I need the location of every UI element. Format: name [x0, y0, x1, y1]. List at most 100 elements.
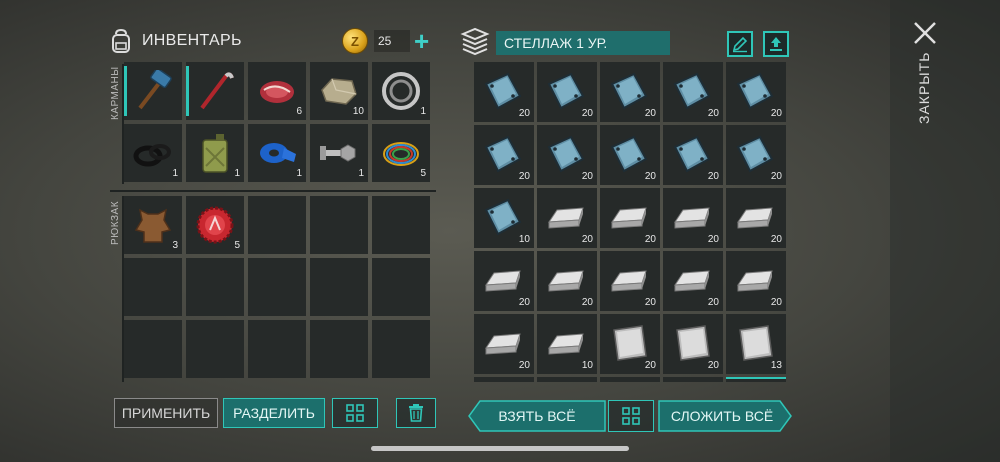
- empty-slot[interactable]: [372, 320, 430, 378]
- item-slot[interactable]: 1: [310, 124, 368, 182]
- add-coins-button[interactable]: +: [414, 28, 429, 54]
- shelf-scroll-area[interactable]: 20 20 20 20 20 20 20 20 20 20 10 20 20 20 20 20 20 20 20 20…: [474, 60, 788, 382]
- item-slot[interactable]: 20: [474, 251, 534, 311]
- item-slot[interactable]: 10: [474, 188, 534, 248]
- item-slot[interactable]: 20: [537, 251, 597, 311]
- item-count: 20: [770, 171, 782, 182]
- delete-button[interactable]: [396, 398, 436, 428]
- backpack-icon: [112, 28, 130, 53]
- item-slot[interactable]: [663, 377, 723, 382]
- apply-button[interactable]: ПРИМЕНИТЬ: [114, 398, 218, 428]
- steel-sheet-icon: [734, 322, 776, 364]
- item-slot[interactable]: 20: [474, 125, 534, 185]
- item-slot[interactable]: [600, 377, 660, 382]
- item-slot[interactable]: 20: [663, 62, 723, 122]
- item-slot[interactable]: 1: [248, 124, 306, 182]
- item-count: 20: [770, 297, 782, 308]
- silver-ingot-icon: [482, 259, 524, 301]
- item-count: 5: [234, 240, 240, 251]
- item-count: 1: [296, 168, 302, 179]
- glass-plate-icon: [482, 70, 524, 112]
- empty-slot[interactable]: [310, 258, 368, 316]
- item-count: 10: [518, 234, 530, 245]
- item-count: 20: [644, 297, 656, 308]
- empty-slot[interactable]: [372, 258, 430, 316]
- take-all-button[interactable]: ВЗЯТЬ ВСЁ: [468, 400, 606, 432]
- item-slot[interactable]: 1: [186, 124, 244, 182]
- item-slot[interactable]: 20: [663, 188, 723, 248]
- item-slot[interactable]: [474, 377, 534, 382]
- item-slot[interactable]: [124, 62, 182, 120]
- empty-slot[interactable]: [248, 258, 306, 316]
- glass-plate-icon: [545, 133, 587, 175]
- item-slot[interactable]: 20: [600, 62, 660, 122]
- item-slot[interactable]: 3: [124, 196, 182, 254]
- edit-icon: [732, 36, 748, 53]
- rename-button[interactable]: [727, 31, 753, 57]
- item-slot[interactable]: 20: [537, 62, 597, 122]
- put-all-label: СЛОЖИТЬ ВСЁ: [670, 408, 774, 424]
- item-count: 20: [518, 108, 530, 119]
- item-slot[interactable]: [186, 62, 244, 120]
- backpack-grid: 35: [124, 196, 430, 378]
- item-slot[interactable]: 20: [537, 188, 597, 248]
- empty-slot[interactable]: [186, 320, 244, 378]
- upgrade-button[interactable]: [763, 31, 789, 57]
- bottle-cap-icon: [194, 204, 236, 246]
- item-slot[interactable]: 20: [600, 125, 660, 185]
- empty-slot[interactable]: [248, 196, 306, 254]
- item-count: 20: [707, 108, 719, 119]
- item-slot[interactable]: 20: [663, 251, 723, 311]
- item-slot[interactable]: 10: [537, 314, 597, 374]
- empty-slot[interactable]: [124, 258, 182, 316]
- item-count: 20: [518, 171, 530, 182]
- sort-inventory-button[interactable]: [332, 398, 378, 428]
- item-slot[interactable]: 20: [726, 62, 786, 122]
- item-slot[interactable]: 20: [663, 125, 723, 185]
- item-count: 20: [644, 360, 656, 371]
- glass-plate-icon: [482, 133, 524, 175]
- item-slot[interactable]: 20: [474, 62, 534, 122]
- item-slot[interactable]: 20: [600, 188, 660, 248]
- close-icon[interactable]: [912, 20, 938, 46]
- empty-slot[interactable]: [310, 320, 368, 378]
- item-count: 20: [581, 297, 593, 308]
- coin-count: 25: [374, 30, 410, 52]
- item-slot[interactable]: 20: [663, 314, 723, 374]
- item-slot[interactable]: 20: [474, 314, 534, 374]
- item-count: 20: [518, 297, 530, 308]
- item-count: 20: [644, 108, 656, 119]
- item-slot[interactable]: 5: [186, 196, 244, 254]
- item-slot[interactable]: 20: [726, 188, 786, 248]
- item-slot[interactable]: 20: [726, 125, 786, 185]
- item-slot[interactable]: 5: [372, 124, 430, 182]
- empty-slot[interactable]: [248, 320, 306, 378]
- home-indicator[interactable]: [371, 446, 629, 451]
- item-count: 20: [707, 234, 719, 245]
- item-slot[interactable]: 1: [372, 62, 430, 120]
- wires-icon: [380, 132, 422, 174]
- item-count: 20: [581, 108, 593, 119]
- item-slot[interactable]: 13: [726, 314, 786, 374]
- item-slot[interactable]: 20: [600, 314, 660, 374]
- sort-shelf-button[interactable]: [608, 400, 654, 432]
- empty-slot[interactable]: [186, 258, 244, 316]
- split-button[interactable]: РАЗДЕЛИТЬ: [223, 398, 325, 428]
- item-slot[interactable]: 10: [310, 62, 368, 120]
- glass-plate-icon: [671, 70, 713, 112]
- crowbar-icon: [194, 70, 236, 112]
- item-slot[interactable]: 1: [124, 124, 182, 182]
- close-label[interactable]: ЗАКРЫТЬ: [916, 52, 932, 124]
- put-all-button[interactable]: СЛОЖИТЬ ВСЁ: [658, 400, 792, 432]
- empty-slot[interactable]: [372, 196, 430, 254]
- item-slot[interactable]: 20: [600, 251, 660, 311]
- empty-slot[interactable]: [310, 196, 368, 254]
- item-slot[interactable]: [726, 377, 786, 382]
- item-slot[interactable]: 20: [537, 125, 597, 185]
- silver-ingot-icon: [545, 259, 587, 301]
- item-slot[interactable]: 20: [726, 251, 786, 311]
- item-count: 20: [581, 234, 593, 245]
- item-slot[interactable]: 6: [248, 62, 306, 120]
- empty-slot[interactable]: [124, 320, 182, 378]
- item-slot[interactable]: [537, 377, 597, 382]
